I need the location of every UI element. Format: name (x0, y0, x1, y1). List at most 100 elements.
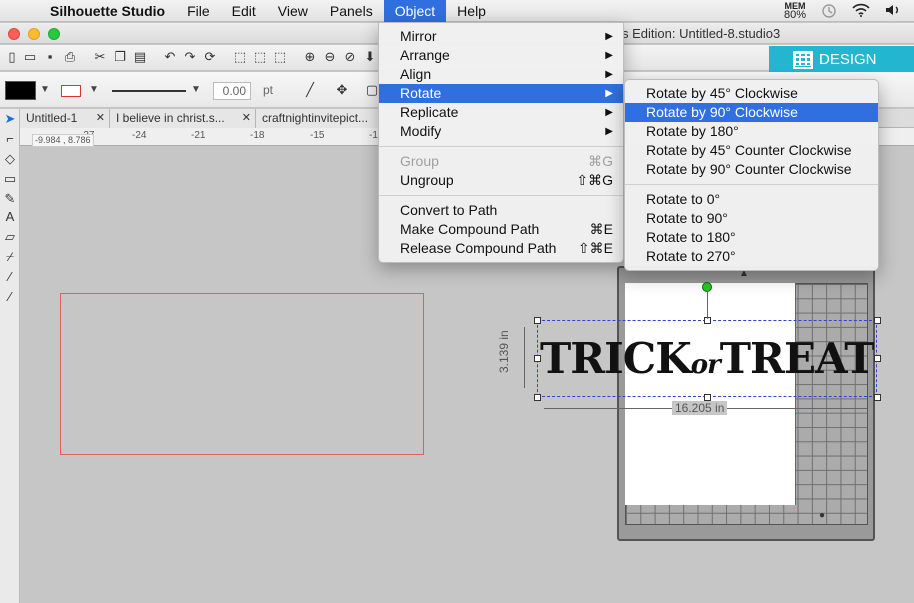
copy-icon[interactable]: ❐ (112, 49, 128, 65)
resize-handle-e[interactable] (874, 355, 881, 362)
menu-item-rotate-90-cw[interactable]: Rotate by 90° Clockwise (625, 103, 878, 122)
menu-item-rotate[interactable]: Rotate ▶ (379, 84, 623, 103)
move-icon[interactable]: ✥ (334, 82, 350, 98)
menu-item-rotate-to-180[interactable]: Rotate to 180° (625, 228, 878, 247)
eyedropper-icon[interactable]: ⁄ (2, 269, 18, 285)
select-arrow-icon[interactable]: ➤ (2, 111, 18, 127)
resize-handle-ne[interactable] (874, 317, 881, 324)
fill-color-swatch[interactable] (5, 81, 36, 100)
knife-icon[interactable]: ⌿ (2, 249, 18, 265)
menu-app-name[interactable]: Silhouette Studio (42, 0, 176, 22)
resize-handle-sw[interactable] (534, 394, 541, 401)
menu-help[interactable]: Help (446, 0, 497, 22)
deselect-icon[interactable]: ⬚ (252, 49, 268, 65)
menu-panels[interactable]: Panels (319, 0, 384, 22)
fill-dropdown-icon[interactable]: ▼ (40, 84, 50, 95)
resize-handle-nw[interactable] (534, 317, 541, 324)
menu-item-rotate-90-ccw[interactable]: Rotate by 90° Counter Clockwise (625, 160, 878, 179)
memory-indicator[interactable]: MEM 80% (784, 1, 806, 20)
tab-i-believe-in-christ[interactable]: I believe in christ.s... ✕ (110, 109, 256, 128)
menu-item-mirror[interactable]: Mirror ▶ (379, 27, 623, 46)
line-style-dropdown-icon[interactable]: ▼ (191, 84, 201, 95)
pencil-icon[interactable]: ✎ (2, 191, 18, 207)
zoom-out-icon[interactable]: ⊖ (322, 49, 338, 65)
select-icon[interactable]: ⬚ (272, 49, 288, 65)
menu-item-group[interactable]: Group ⌘G (379, 152, 623, 171)
point-edit-icon[interactable]: ⌐ (2, 131, 18, 147)
window-title: s Edition: Untitled-8.studio3 (622, 26, 781, 41)
eraser-icon[interactable]: ▱ (2, 229, 18, 245)
print-icon[interactable]: ⎙ (62, 49, 78, 65)
height-dimension-label: 3.139 in (497, 330, 511, 373)
zoom-select-icon[interactable]: ⊘ (342, 49, 358, 65)
rectangle-icon[interactable]: ▭ (2, 171, 18, 187)
close-window-button[interactable] (8, 28, 20, 40)
ruler-tick: -24 (132, 130, 147, 141)
menu-item-rotate-45-ccw[interactable]: Rotate by 45° Counter Clockwise (625, 141, 878, 160)
menu-edit[interactable]: Edit (221, 0, 267, 22)
close-tab-icon[interactable]: ✕ (242, 109, 251, 127)
line-color-swatch[interactable] (61, 85, 81, 97)
menu-item-modify[interactable]: Modify ▶ (379, 122, 623, 141)
line-tool-icon[interactable]: ╱ (302, 82, 318, 98)
ruler-tick: -21 (191, 130, 206, 141)
menu-item-make-compound-path[interactable]: Make Compound Path ⌘E (379, 220, 623, 239)
line-style-selector[interactable] (112, 90, 186, 92)
ruler-tick: -15 (310, 130, 325, 141)
menu-object[interactable]: Object (383, 0, 447, 22)
object-menu: Mirror ▶ Arrange ▶ Align ▶ Rotate ▶ Replicat… (378, 22, 624, 263)
submenu-arrow-icon: ▶ (605, 69, 613, 80)
close-tab-icon[interactable]: ✕ (96, 109, 105, 127)
brush-icon[interactable]: ⁄ (2, 289, 18, 305)
open-folder-icon[interactable]: ▭ (22, 49, 38, 65)
pan-down-icon[interactable]: ⬇ (362, 49, 378, 65)
menu-file[interactable]: File (176, 0, 221, 22)
rotate-handle-stem (707, 292, 708, 319)
menu-view[interactable]: View (267, 0, 319, 22)
volume-icon[interactable] (884, 3, 902, 19)
zoom-window-button[interactable] (48, 28, 60, 40)
design-tab-button[interactable]: DESIGN (769, 46, 914, 73)
design-grid-icon (793, 50, 813, 69)
rotate-handle[interactable] (702, 282, 712, 292)
menu-separator (379, 146, 623, 147)
menu-item-align[interactable]: Align ▶ (379, 65, 623, 84)
menu-separator (379, 195, 623, 196)
design-label: DESIGN (819, 51, 877, 68)
menu-item-rotate-to-90[interactable]: Rotate to 90° (625, 209, 878, 228)
menu-separator (625, 184, 878, 185)
menu-item-arrange[interactable]: Arrange ▶ (379, 46, 623, 65)
refresh-icon[interactable]: ⟳ (202, 49, 218, 65)
line-width-input[interactable]: 0.00 (213, 82, 251, 100)
menu-bar: Silhouette Studio File Edit View Panels … (0, 0, 914, 22)
paste-icon[interactable]: ▤ (132, 49, 148, 65)
line-color-dropdown-icon[interactable]: ▼ (89, 84, 99, 95)
tab-craftnightinvite[interactable]: craftnightinvitepict... (256, 109, 386, 128)
new-document-icon[interactable]: ▯ (4, 49, 20, 65)
undo-icon[interactable]: ↶ (162, 49, 178, 65)
resize-handle-s[interactable] (704, 394, 711, 401)
redo-icon[interactable]: ↷ (182, 49, 198, 65)
resize-handle-se[interactable] (874, 394, 881, 401)
time-machine-icon[interactable] (820, 3, 838, 19)
menu-item-rotate-45-cw[interactable]: Rotate by 45° Clockwise (625, 84, 878, 103)
menu-item-rotate-180[interactable]: Rotate by 180° (625, 122, 878, 141)
menu-item-rotate-to-0[interactable]: Rotate to 0° (625, 190, 878, 209)
cut-icon[interactable]: ✂ (92, 49, 108, 65)
menu-item-convert-to-path[interactable]: Convert to Path (379, 201, 623, 220)
save-icon[interactable]: ▪ (42, 49, 58, 65)
text-tool-icon[interactable]: A (2, 209, 18, 225)
menu-item-release-compound-path[interactable]: Release Compound Path ⇧⌘E (379, 239, 623, 258)
menu-item-replicate[interactable]: Replicate ▶ (379, 103, 623, 122)
resize-handle-w[interactable] (534, 355, 541, 362)
tab-untitled-1[interactable]: Untitled-1 ✕ (20, 109, 110, 128)
submenu-arrow-icon: ▶ (605, 126, 613, 137)
menu-item-rotate-to-270[interactable]: Rotate to 270° (625, 247, 878, 266)
menu-item-ungroup[interactable]: Ungroup ⇧⌘G (379, 171, 623, 190)
select-all-icon[interactable]: ⬚ (232, 49, 248, 65)
status-area: MEM 80% (784, 1, 914, 20)
shape-icon[interactable]: ◇ (2, 151, 18, 167)
minimize-window-button[interactable] (28, 28, 40, 40)
zoom-in-icon[interactable]: ⊕ (302, 49, 318, 65)
wifi-icon[interactable] (852, 3, 870, 19)
